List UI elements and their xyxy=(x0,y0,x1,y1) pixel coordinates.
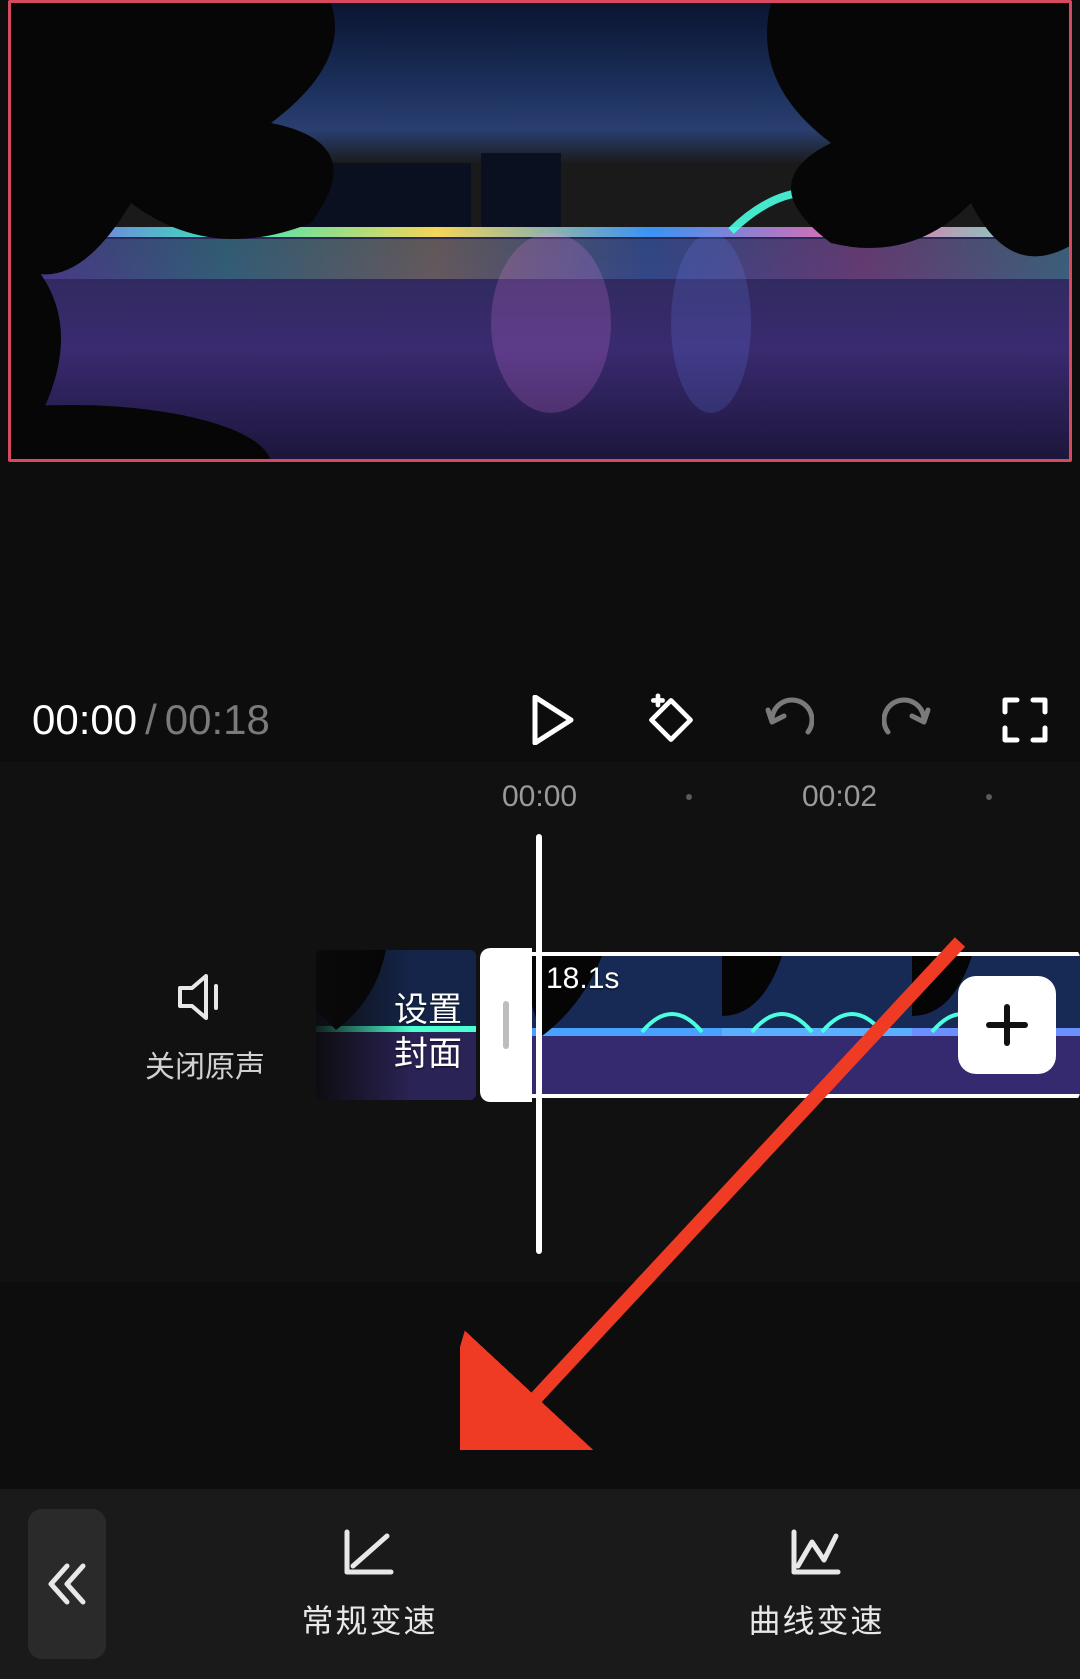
curve-speed-label: 曲线变速 xyxy=(748,1596,884,1642)
clip-duration-label: 18.1s xyxy=(546,962,619,996)
playhead[interactable] xyxy=(536,834,542,1254)
keyframe-button[interactable] xyxy=(644,693,698,747)
clip-trim-handle-left[interactable] xyxy=(480,948,532,1102)
fullscreen-icon xyxy=(1001,696,1049,744)
chevron-double-left-icon xyxy=(47,1562,87,1606)
time-ruler[interactable]: 00:00 00:02 xyxy=(0,780,1080,820)
undo-icon xyxy=(764,696,814,744)
cover-label-line1: 设置 xyxy=(394,991,462,1029)
curve-speed-icon xyxy=(788,1526,844,1578)
video-preview[interactable] xyxy=(8,0,1072,462)
add-clip-button[interactable] xyxy=(958,976,1056,1074)
speaker-icon xyxy=(178,974,232,1020)
ruler-tick xyxy=(686,794,692,800)
ruler-label-0: 00:00 xyxy=(502,780,577,814)
timeline[interactable]: 00:00 00:02 关闭原声 设置 封面 xyxy=(0,762,1080,1282)
time-separator: / xyxy=(145,696,157,744)
preview-image xyxy=(11,3,1072,462)
normal-speed-icon xyxy=(341,1526,397,1578)
ruler-label-2: 00:02 xyxy=(802,780,877,814)
bottom-toolbar: 常规变速 曲线变速 xyxy=(0,1489,1080,1679)
plus-icon xyxy=(983,1001,1031,1049)
fullscreen-button[interactable] xyxy=(998,693,1052,747)
redo-button[interactable] xyxy=(880,693,934,747)
play-button[interactable] xyxy=(526,693,580,747)
total-time: 00:18 xyxy=(165,696,270,744)
normal-speed-label: 常规变速 xyxy=(301,1596,437,1642)
playback-bar: 00:00 / 00:18 xyxy=(0,680,1080,760)
clip-thumb-2 xyxy=(722,956,912,1098)
ruler-tick xyxy=(986,794,992,800)
redo-icon xyxy=(882,696,932,744)
time-display: 00:00 / 00:18 xyxy=(32,696,270,744)
current-time: 00:00 xyxy=(32,696,137,744)
mute-label: 关闭原声 xyxy=(145,1042,265,1086)
normal-speed-button[interactable]: 常规变速 xyxy=(301,1526,437,1642)
keyframe-add-icon xyxy=(644,691,698,749)
collapse-toolbar-button[interactable] xyxy=(28,1509,106,1659)
set-cover-button[interactable]: 设置 封面 xyxy=(316,950,476,1100)
mute-original-sound-button[interactable]: 关闭原声 xyxy=(120,974,290,1086)
cover-label-line2: 封面 xyxy=(394,1035,462,1073)
cover-label: 设置 封面 xyxy=(394,988,462,1076)
curve-speed-button[interactable]: 曲线变速 xyxy=(748,1526,884,1642)
play-icon xyxy=(531,695,575,745)
undo-button[interactable] xyxy=(762,693,816,747)
